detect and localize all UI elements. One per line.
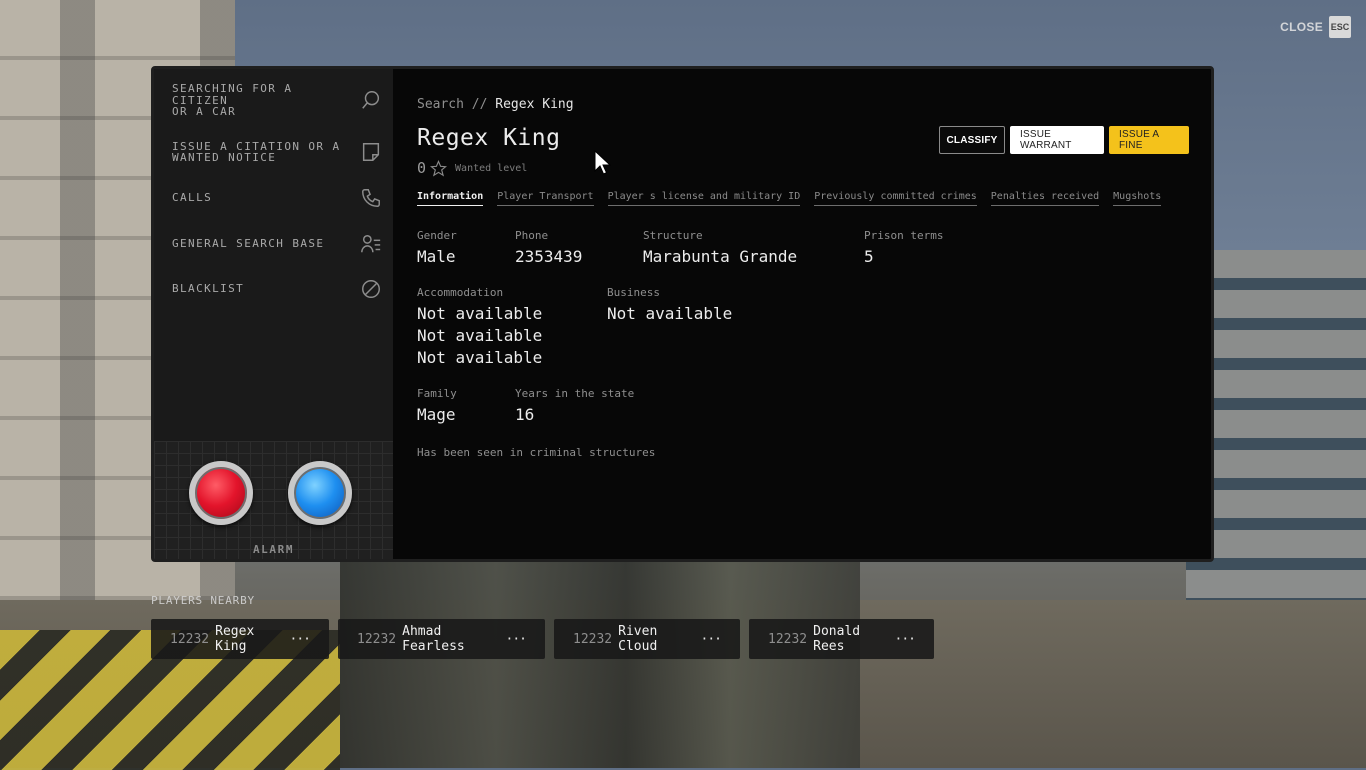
more-options-icon[interactable]: ··· (895, 632, 917, 647)
tab-license-military-id[interactable]: Player s license and military ID (607, 191, 801, 206)
sidebar-item-label: SEARCHING FOR A CITIZEN OR A CAR (172, 82, 293, 118)
field-accommodation: Accommodation Not available Not availabl… (417, 286, 542, 369)
field-value: 16 (515, 405, 535, 424)
citizen-name: Regex King (417, 125, 561, 151)
breadcrumb: Search // Regex King (417, 97, 574, 112)
wanted-count: 0 (417, 159, 427, 177)
more-options-icon[interactable]: ··· (290, 632, 312, 647)
field-label: Business (607, 286, 660, 299)
field-structure: Structure Marabunta Grande (643, 229, 797, 268)
sidebar-item-label: ISSUE A CITATION OR A WANTED NOTICE (172, 139, 341, 164)
player-name: Donald Rees (813, 624, 861, 654)
player-name: Riven Cloud (618, 624, 658, 654)
field-label: Family (417, 387, 457, 400)
close-control[interactable]: CLOSE ESC (1280, 16, 1351, 38)
player-id: 12232 (573, 631, 613, 647)
issue-warrant-button[interactable]: ISSUE WARRANT (1010, 126, 1104, 154)
nearby-player-card[interactable]: 12232 Regex King ··· (151, 619, 329, 659)
star-icon (430, 159, 448, 176)
player-id: 12232 (357, 631, 397, 647)
background-figures (340, 560, 860, 768)
field-value: Male (417, 247, 456, 266)
classify-button[interactable]: CLASSIFY (939, 126, 1005, 154)
block-icon (359, 277, 383, 301)
sidebar-item-label: GENERAL SEARCH BASE (172, 237, 325, 251)
sidebar-item-general-search[interactable]: GENERAL SEARCH BASE (154, 232, 393, 256)
alarm-red-button[interactable] (189, 461, 253, 525)
field-value: Not available (607, 304, 733, 323)
field-value: Mage (417, 405, 456, 424)
players-nearby-title: PLAYERS NEARBY (151, 594, 255, 607)
field-value: Not available (417, 304, 543, 323)
player-id: 12232 (170, 631, 210, 647)
search-icon (359, 88, 383, 112)
tab-information[interactable]: Information (417, 191, 484, 206)
field-label: Gender (417, 229, 457, 242)
field-phone: Phone 2353439 (515, 229, 582, 268)
field-value: Not available (417, 326, 543, 345)
alarm-blue-button[interactable] (288, 461, 352, 525)
player-name: Regex King (215, 624, 255, 654)
close-label[interactable]: CLOSE (1280, 20, 1323, 34)
field-gender: Gender Male (417, 229, 457, 268)
alarm-label: ALARM (252, 543, 295, 556)
field-value: Marabunta Grande (643, 247, 798, 266)
field-business: Business Not available (607, 286, 732, 325)
tab-committed-crimes[interactable]: Previously committed crimes (814, 191, 977, 206)
field-value: 2353439 (515, 247, 583, 266)
tab-mugshots[interactable]: Mugshots (1113, 191, 1162, 206)
breadcrumb-current: Regex King (495, 97, 574, 112)
tab-player-transport[interactable]: Player Transport (497, 191, 594, 206)
citizen-details: Search // Regex King Regex King 0 Wanted… (393, 69, 1211, 559)
people-list-icon (359, 232, 383, 256)
police-database-panel: SEARCHING FOR A CITIZEN OR A CAR ISSUE A… (151, 66, 1214, 562)
mouse-cursor-icon (594, 150, 612, 175)
esc-key-badge[interactable]: ESC (1329, 16, 1351, 38)
nearby-player-card[interactable]: 12232 Riven Cloud ··· (554, 619, 740, 659)
field-value: 5 (864, 247, 874, 266)
tabs: Information Player Transport Player s li… (417, 191, 1162, 206)
tab-penalties[interactable]: Penalties received (990, 191, 1100, 206)
players-nearby-list: 12232 Regex King ··· 12232 Ahmad Fearles… (151, 619, 934, 659)
alarm-panel: ALARM (154, 441, 393, 559)
sidebar-item-blacklist[interactable]: BLACKLIST (154, 277, 393, 301)
field-family: Family Mage (417, 387, 457, 426)
field-prison-terms: Prison terms 5 (864, 229, 943, 268)
nearby-player-card[interactable]: 12232 Donald Rees ··· (749, 619, 934, 659)
breadcrumb-separator: // (471, 97, 488, 112)
field-value: Not available (417, 348, 543, 367)
sidebar-item-label: BLACKLIST (172, 282, 245, 296)
field-label: Prison terms (864, 229, 944, 242)
field-label: Years in the state (515, 387, 635, 400)
player-name: Ahmad Fearless (402, 624, 465, 654)
action-buttons: CLASSIFY ISSUE WARRANT ISSUE A FINE (939, 126, 1189, 154)
note-icon (359, 140, 383, 164)
nearby-player-card[interactable]: 12232 Ahmad Fearless ··· (338, 619, 545, 659)
field-years-in-state: Years in the state 16 (515, 387, 634, 426)
more-options-icon[interactable]: ··· (701, 632, 723, 647)
sidebar-item-label: CALLS (172, 191, 213, 205)
player-id: 12232 (768, 631, 808, 647)
more-options-icon[interactable]: ··· (506, 632, 528, 647)
field-label: Structure (643, 229, 703, 242)
wanted-label: Wanted level (455, 162, 528, 174)
breadcrumb-root[interactable]: Search (417, 97, 464, 112)
sidebar-item-calls[interactable]: CALLS (154, 186, 393, 210)
phone-icon (359, 186, 383, 210)
issue-fine-button[interactable]: ISSUE A FINE (1109, 126, 1189, 154)
field-label: Accommodation (417, 286, 504, 299)
field-label: Phone (515, 229, 549, 242)
sidebar: SEARCHING FOR A CITIZEN OR A CAR ISSUE A… (154, 69, 393, 559)
criminal-structures-note: Has been seen in criminal structures (417, 446, 656, 459)
sidebar-item-search-citizen[interactable]: SEARCHING FOR A CITIZEN OR A CAR (154, 83, 393, 118)
sidebar-item-issue-citation[interactable]: ISSUE A CITATION OR A WANTED NOTICE (154, 140, 393, 164)
wanted-level: 0 Wanted level (417, 159, 527, 177)
